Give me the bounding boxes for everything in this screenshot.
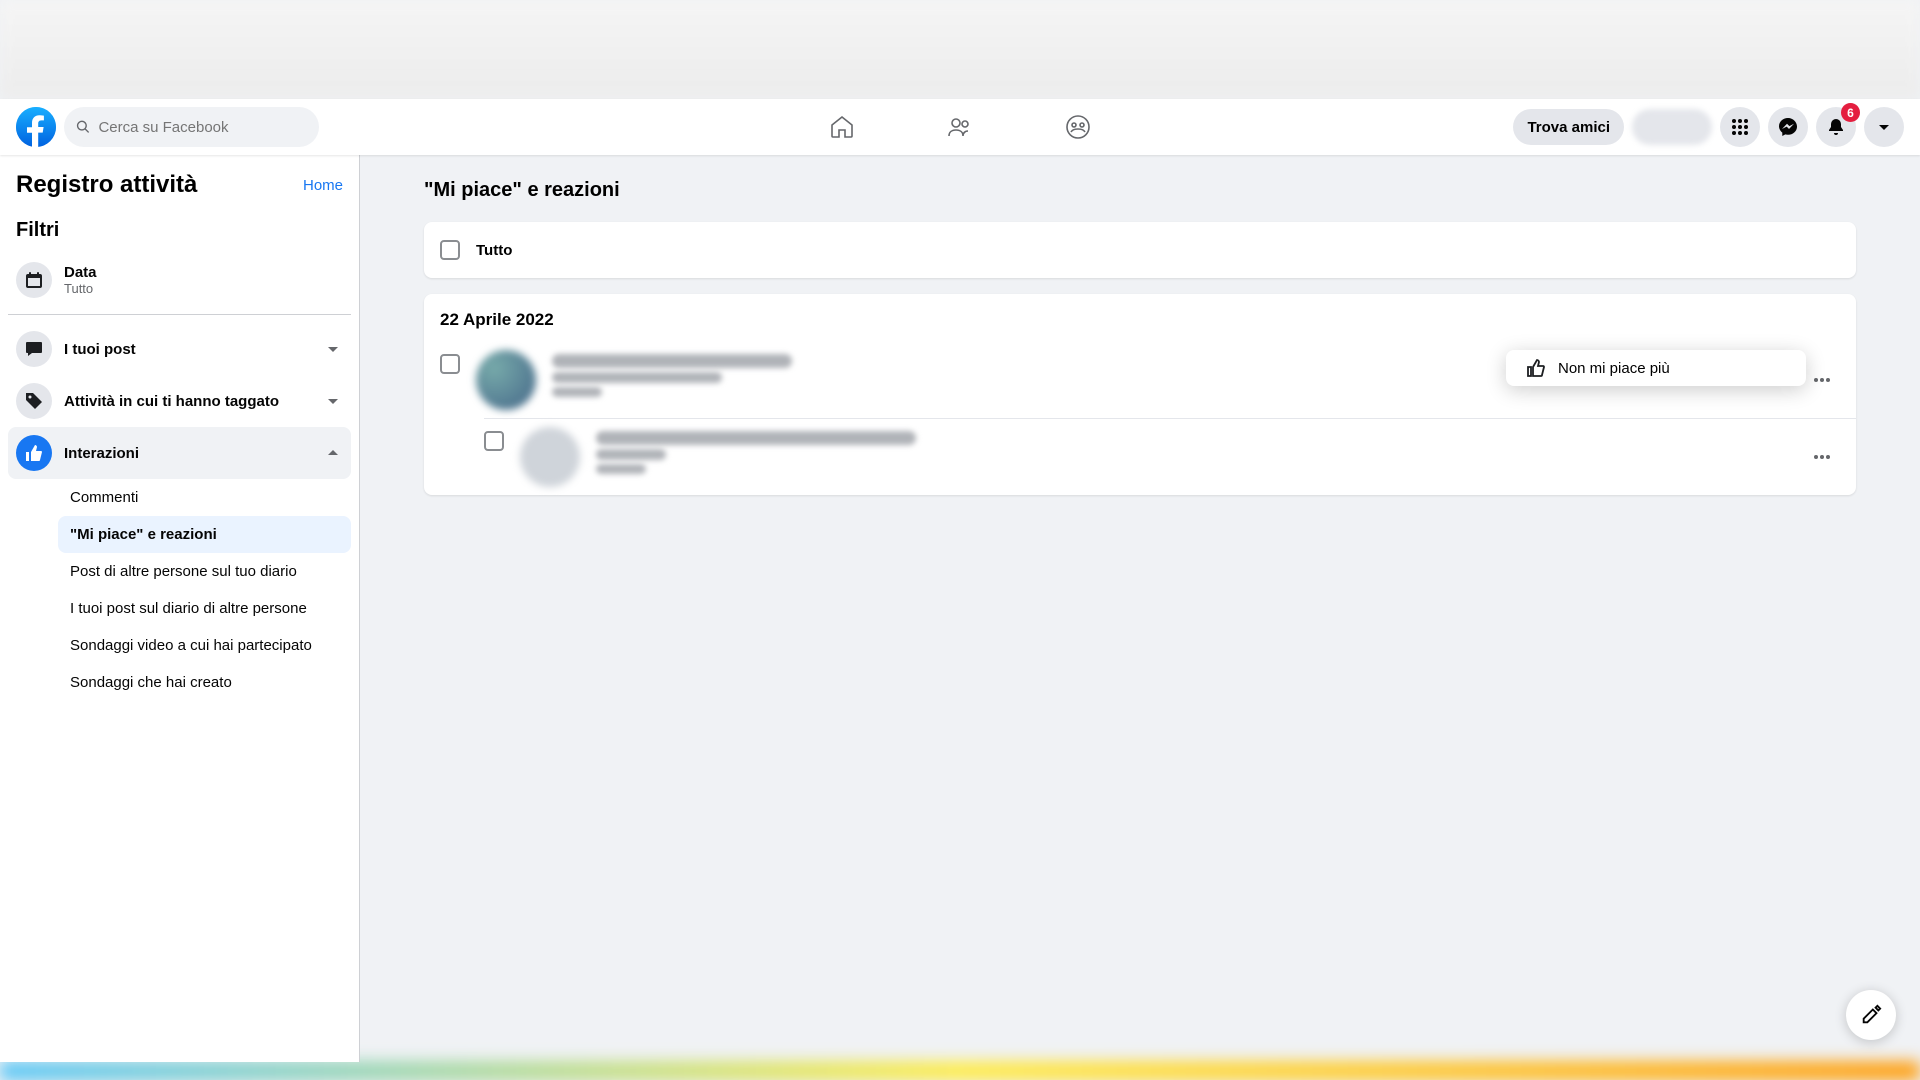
home-icon bbox=[828, 113, 856, 141]
sidebar-header: Registro attività Home bbox=[8, 171, 351, 211]
friends-icon bbox=[946, 113, 974, 141]
nav-home[interactable] bbox=[787, 99, 897, 155]
date-header: 22 Aprile 2022 bbox=[424, 294, 1856, 342]
sidebar-title: Registro attività bbox=[16, 171, 197, 199]
search-input[interactable] bbox=[98, 119, 307, 136]
nav-groups[interactable] bbox=[1023, 99, 1133, 155]
interactions-sublist: Commenti "Mi piace" e reazioni Post di a… bbox=[8, 479, 351, 701]
sub-your-posts-others[interactable]: I tuoi post sul diario di altre persone bbox=[58, 590, 351, 627]
nav-tabs bbox=[787, 99, 1133, 155]
activity-content-blurred bbox=[596, 427, 1804, 478]
filter-date-value: Tutto bbox=[64, 281, 343, 296]
sub-likes-reactions[interactable]: "Mi piace" e reazioni bbox=[58, 516, 351, 553]
row-more-button[interactable] bbox=[1804, 439, 1840, 475]
row-checkbox[interactable] bbox=[484, 431, 504, 451]
thumbs-up-icon bbox=[1526, 358, 1546, 378]
more-icon bbox=[1812, 370, 1832, 390]
divider bbox=[8, 314, 351, 315]
filter-label: I tuoi post bbox=[64, 341, 323, 358]
sub-video-polls[interactable]: Sondaggi video a cui hai partecipato bbox=[58, 627, 351, 664]
avatar[interactable] bbox=[520, 427, 580, 487]
grid-icon bbox=[1730, 117, 1750, 137]
sidebar: Registro attività Home Filtri Data Tutto… bbox=[0, 155, 360, 1062]
unlike-popover[interactable]: Non mi piace più bbox=[1506, 350, 1806, 386]
nav-friends[interactable] bbox=[905, 99, 1015, 155]
select-all-checkbox[interactable] bbox=[440, 240, 460, 260]
home-link[interactable]: Home bbox=[303, 177, 343, 194]
sub-polls-created[interactable]: Sondaggi che hai creato bbox=[58, 664, 351, 701]
facebook-logo[interactable] bbox=[16, 107, 56, 147]
like-icon bbox=[16, 435, 52, 471]
select-all-card: Tutto bbox=[424, 222, 1856, 278]
sub-others-posts[interactable]: Post di altre persone sul tuo diario bbox=[58, 553, 351, 590]
sub-comments[interactable]: Commenti bbox=[58, 479, 351, 516]
edit-icon bbox=[1860, 1004, 1882, 1026]
search-icon bbox=[76, 119, 90, 135]
taskbar-blur bbox=[0, 1062, 1920, 1080]
filter-date-label: Data bbox=[64, 264, 343, 281]
chevron-down-icon bbox=[323, 339, 343, 359]
notification-badge: 6 bbox=[1841, 103, 1860, 122]
notifications-button[interactable]: 6 bbox=[1816, 107, 1856, 147]
menu-button[interactable] bbox=[1720, 107, 1760, 147]
caret-down-icon bbox=[1874, 117, 1894, 137]
top-nav: Trova amici 6 bbox=[0, 99, 1920, 155]
comment-icon bbox=[16, 331, 52, 367]
avatar[interactable] bbox=[476, 350, 536, 410]
calendar-icon bbox=[16, 262, 52, 298]
messenger-icon bbox=[1778, 117, 1798, 137]
chevron-up-icon bbox=[323, 443, 343, 463]
activity-row bbox=[484, 418, 1856, 495]
filters-heading: Filtri bbox=[8, 211, 351, 254]
profile-pill-blurred[interactable] bbox=[1632, 109, 1712, 145]
activity-group: 22 Aprile 2022 Non mi piace più bbox=[424, 294, 1856, 495]
main-content: "Mi piace" e reazioni Tutto 22 Aprile 20… bbox=[360, 155, 1920, 1062]
row-checkbox[interactable] bbox=[440, 354, 460, 374]
filter-interactions[interactable]: Interazioni bbox=[8, 427, 351, 479]
account-button[interactable] bbox=[1864, 107, 1904, 147]
tag-icon bbox=[16, 383, 52, 419]
page-heading: "Mi piace" e reazioni bbox=[424, 179, 1856, 202]
more-icon bbox=[1812, 447, 1832, 467]
bell-icon bbox=[1826, 117, 1846, 137]
filter-your-posts[interactable]: I tuoi post bbox=[8, 323, 351, 375]
compose-fab[interactable] bbox=[1846, 990, 1896, 1040]
chevron-down-icon bbox=[323, 391, 343, 411]
search-bar[interactable] bbox=[64, 107, 319, 147]
messenger-button[interactable] bbox=[1768, 107, 1808, 147]
filter-tagged[interactable]: Attività in cui ti hanno taggato bbox=[8, 375, 351, 427]
browser-chrome-blur bbox=[0, 0, 1920, 99]
filter-label: Interazioni bbox=[64, 445, 323, 462]
select-all-label: Tutto bbox=[476, 242, 512, 259]
find-friends-button[interactable]: Trova amici bbox=[1513, 109, 1624, 145]
filter-label: Attività in cui ti hanno taggato bbox=[64, 393, 323, 410]
activity-row: Non mi piace più bbox=[424, 342, 1856, 418]
row-more-button[interactable] bbox=[1804, 362, 1840, 398]
header-right: Trova amici 6 bbox=[1513, 107, 1904, 147]
groups-icon bbox=[1064, 113, 1092, 141]
filter-date[interactable]: Data Tutto bbox=[8, 254, 351, 306]
unlike-label: Non mi piace più bbox=[1558, 360, 1670, 377]
